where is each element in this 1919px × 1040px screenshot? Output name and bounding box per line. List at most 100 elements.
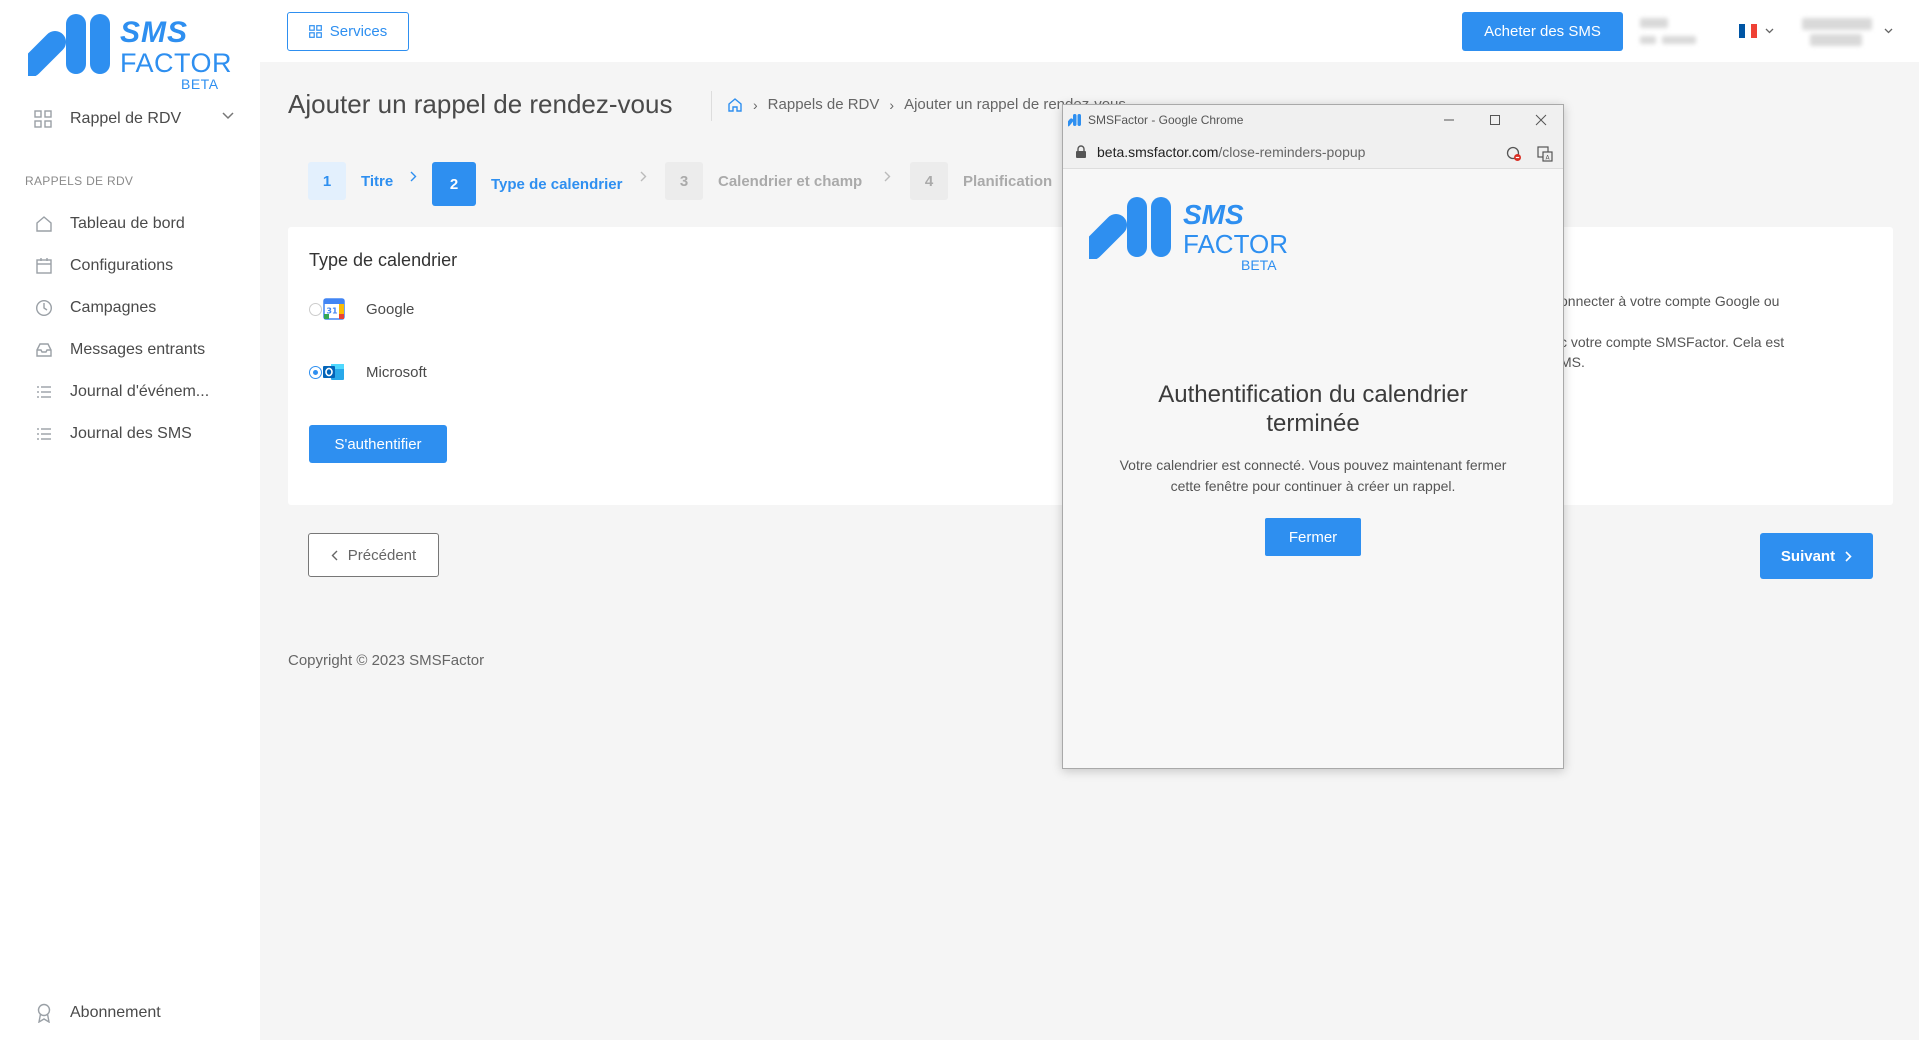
module-selector-label: Rappel de RDV xyxy=(70,110,182,127)
previous-button[interactable]: Précédent xyxy=(308,533,439,577)
card-help-text: onnecter à votre compte Google ou xyxy=(1560,293,1780,309)
account-balance-blurred xyxy=(1662,36,1696,44)
sidebar-item-inbox[interactable]: Messages entrants xyxy=(34,336,244,364)
popup-url: beta.smsfactor.com/close-reminders-popup xyxy=(1097,144,1365,160)
option-google[interactable]: 31 Google xyxy=(309,297,414,321)
sidebar-item-event-log[interactable]: Journal d'événem... xyxy=(34,378,244,406)
user-menu-blurred xyxy=(1810,34,1862,46)
sidebar-item-label: Journal d'événem... xyxy=(70,383,210,400)
sidebar-item-configurations[interactable]: Configurations xyxy=(34,252,244,280)
header-divider xyxy=(711,91,712,121)
auth-popup-window: SMSFactor - Google Chrome beta.smsfactor… xyxy=(1062,104,1564,769)
logo-mark-icon xyxy=(1089,197,1171,259)
services-button[interactable]: Services xyxy=(287,12,409,51)
previous-button-label: Précédent xyxy=(347,546,417,564)
popup-message-line: Votre calendrier est connecté. Vous pouv… xyxy=(1119,457,1507,473)
blocked-content-icon[interactable] xyxy=(1506,146,1522,162)
sidebar-item-label: Messages entrants xyxy=(70,341,206,358)
option-microsoft[interactable]: Microsoft xyxy=(309,360,427,384)
popup-url-path: /close-reminders-popup xyxy=(1218,143,1366,160)
close-icon[interactable] xyxy=(1530,109,1552,131)
radio-google[interactable] xyxy=(309,302,322,316)
popup-address-bar[interactable]: beta.smsfactor.com/close-reminders-popup xyxy=(1063,135,1563,169)
smsfactor-favicon-icon xyxy=(1068,114,1081,127)
home-icon xyxy=(34,214,54,234)
popup-window-title: SMSFactor - Google Chrome xyxy=(1088,113,1244,127)
buy-sms-button[interactable]: Acheter des SMS xyxy=(1462,12,1623,51)
list-icon xyxy=(34,424,54,444)
logo-beta-text: BETA xyxy=(181,76,219,92)
maximize-icon[interactable] xyxy=(1484,109,1506,131)
account-balance-blurred xyxy=(1640,36,1656,44)
chevron-down-icon xyxy=(222,112,234,120)
authenticate-button[interactable]: S'authentifier xyxy=(309,425,447,463)
language-flag-icon[interactable] xyxy=(1739,24,1757,38)
award-icon xyxy=(34,1003,54,1023)
services-button-label: Services xyxy=(329,23,388,40)
sidebar-item-dashboard[interactable]: Tableau de bord xyxy=(34,210,244,238)
step-calendar-field[interactable]: 3 Calendrier et champ xyxy=(665,162,862,200)
chevron-right-icon xyxy=(410,171,417,182)
chevron-down-icon[interactable] xyxy=(1884,28,1893,34)
sidebar-section-title: RAPPELS DE RDV xyxy=(25,174,134,188)
google-calendar-icon: 31 xyxy=(323,298,345,320)
popup-titlebar[interactable]: SMSFactor - Google Chrome xyxy=(1063,105,1563,135)
top-bar: Services Acheter des SMS xyxy=(260,0,1919,62)
smsfactor-logo[interactable]: SMS FACTOR BETA xyxy=(28,14,232,94)
sidebar-item-label: Tableau de bord xyxy=(70,215,185,232)
inbox-icon xyxy=(34,340,54,360)
sidebar-item-label: Configurations xyxy=(70,257,174,274)
step-calendar-type[interactable]: 2 Type de calendrier xyxy=(432,162,622,206)
chevron-down-icon[interactable] xyxy=(1765,28,1774,34)
sidebar-item-label: Campagnes xyxy=(70,299,157,316)
step-number: 2 xyxy=(432,162,476,206)
step-number: 1 xyxy=(308,162,346,200)
sidebar-item-sms-log[interactable]: Journal des SMS xyxy=(34,420,244,448)
sidebar: SMS FACTOR BETA Rappel de RDV RAPPELS DE… xyxy=(0,0,260,1040)
popup-heading-line: terminée xyxy=(1266,410,1360,437)
card-help-text: c votre compte SMSFactor. Cela est xyxy=(1560,334,1785,350)
popup-heading-line: Authentification du calendrier xyxy=(1158,381,1468,408)
home-icon[interactable] xyxy=(727,97,743,113)
step-label: Type de calendrier xyxy=(491,175,623,193)
popup-message: Votre calendrier est connecté. Vous pouv… xyxy=(1063,455,1563,497)
chevron-right-icon xyxy=(1845,550,1852,562)
module-selector[interactable]: Rappel de RDV xyxy=(34,106,234,132)
close-popup-button[interactable]: Fermer xyxy=(1265,518,1361,556)
minimize-icon[interactable] xyxy=(1438,109,1460,131)
popup-heading: Authentification du calendrier terminée xyxy=(1063,380,1563,438)
clock-icon xyxy=(34,298,54,318)
radio-microsoft[interactable] xyxy=(309,365,322,379)
outlook-icon xyxy=(323,364,344,380)
lock-icon xyxy=(1076,144,1086,158)
step-scheduling[interactable]: 4 Planification xyxy=(910,162,1052,200)
popup-smsfactor-logo: SMS FACTOR BETA xyxy=(1089,197,1289,277)
step-title[interactable]: 1 Titre xyxy=(308,162,393,200)
breadcrumb-separator: › xyxy=(889,96,895,113)
grid-icon xyxy=(308,25,322,38)
chevron-left-icon xyxy=(331,550,338,560)
next-button[interactable]: Suivant xyxy=(1760,533,1873,579)
logo-factor-text: FACTOR xyxy=(120,48,233,78)
option-google-label: Google xyxy=(366,300,415,318)
account-balance-blurred xyxy=(1640,18,1668,28)
option-microsoft-label: Microsoft xyxy=(366,363,427,381)
user-menu-blurred[interactable] xyxy=(1802,18,1872,30)
card-title: Type de calendrier xyxy=(309,250,458,270)
sidebar-item-campaigns[interactable]: Campagnes xyxy=(34,294,244,322)
step-label: Titre xyxy=(361,172,394,190)
translate-icon[interactable]: A xyxy=(1537,146,1553,162)
breadcrumb-item[interactable]: Rappels de RDV xyxy=(768,96,880,113)
step-label: Calendrier et champ xyxy=(718,172,863,190)
grid-icon xyxy=(34,110,52,128)
list-icon xyxy=(34,382,54,402)
chevron-right-icon xyxy=(884,171,891,182)
logo-mark-icon xyxy=(28,14,110,76)
calendar-icon xyxy=(34,256,54,276)
sidebar-item-label: Abonnement xyxy=(70,1004,161,1021)
sidebar-item-subscription[interactable]: Abonnement xyxy=(34,999,244,1027)
popup-message-line: cette fenêtre pour continuer à créer un … xyxy=(1170,478,1456,494)
next-button-label: Suivant xyxy=(1780,547,1836,565)
sidebar-item-label: Journal des SMS xyxy=(70,425,192,442)
breadcrumb-separator: › xyxy=(753,96,758,113)
